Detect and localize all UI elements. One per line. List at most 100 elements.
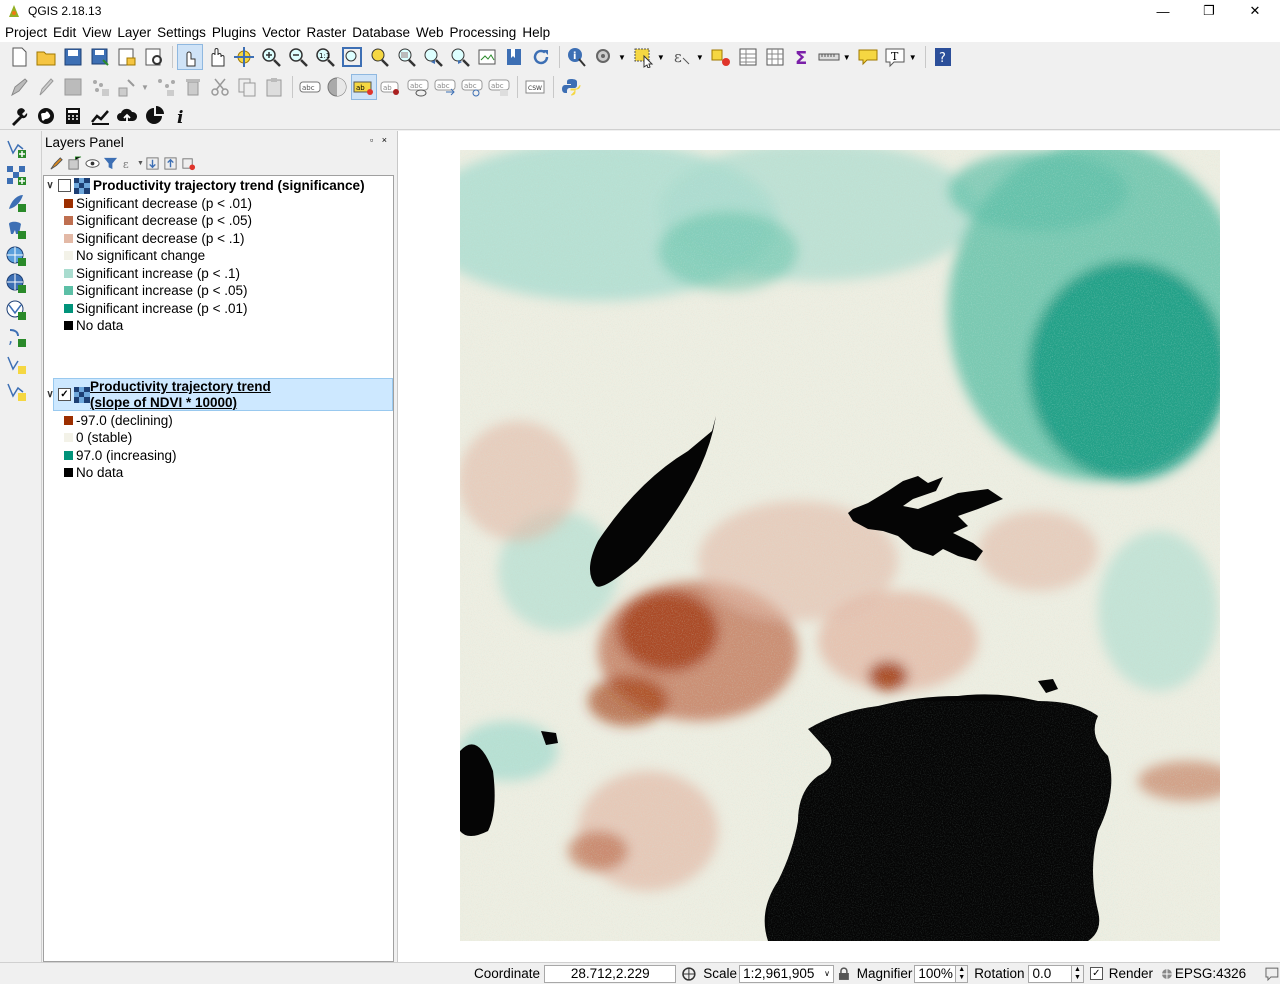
pan-map-icon[interactable] xyxy=(204,44,230,70)
rotate-label-icon[interactable]: abc xyxy=(459,74,485,100)
chevron-down-icon[interactable]: ∨ xyxy=(44,180,56,191)
menu-view[interactable]: View xyxy=(79,25,114,40)
menu-settings[interactable]: Settings xyxy=(154,25,209,40)
new-project-icon[interactable] xyxy=(6,44,32,70)
layer-item-significance[interactable]: ∨ Productivity trajectory trend (signifi… xyxy=(44,177,365,194)
rotation-spinner[interactable]: ▲ ▼ xyxy=(1072,964,1084,983)
chevron-down-icon[interactable]: ▼ xyxy=(696,53,704,62)
paste-features-icon[interactable] xyxy=(261,74,287,100)
select-by-expression-icon[interactable]: ε xyxy=(669,44,695,70)
csw-icon[interactable]: CSW xyxy=(522,74,548,100)
cloud-upload-icon[interactable] xyxy=(114,103,140,129)
map-tips-icon[interactable] xyxy=(855,44,881,70)
minimize-button[interactable]: — xyxy=(1140,0,1186,22)
crs-status[interactable]: EPSG:4326 xyxy=(1175,966,1246,981)
new-shapefile-layer-icon[interactable] xyxy=(3,351,29,377)
add-spatialite-layer-icon[interactable] xyxy=(3,189,29,215)
new-print-composer-icon[interactable] xyxy=(114,44,140,70)
zoom-in-icon[interactable] xyxy=(258,44,284,70)
current-edits-icon[interactable] xyxy=(6,74,32,100)
magnifier-spinner[interactable]: ▲ ▼ xyxy=(956,964,969,983)
collapse-all-icon[interactable] xyxy=(162,154,180,172)
scale-field[interactable]: 1:2,961,905 ∨ xyxy=(739,964,834,983)
touch-zoom-pan-icon[interactable] xyxy=(177,44,203,70)
menu-web[interactable]: Web xyxy=(413,25,447,40)
deselect-all-icon[interactable] xyxy=(708,44,734,70)
raster-map[interactable] xyxy=(398,131,1280,962)
select-features-icon[interactable] xyxy=(630,44,656,70)
measure-line-icon[interactable] xyxy=(816,44,842,70)
close-window-button[interactable]: ✕ xyxy=(1232,0,1278,22)
filter-legend-icon[interactable] xyxy=(101,154,119,172)
filter-by-expression-icon[interactable]: ε xyxy=(119,154,137,172)
chevron-down-icon[interactable]: ▼ xyxy=(657,53,665,62)
pan-to-selection-icon[interactable] xyxy=(231,44,257,70)
move-label-icon[interactable]: abc xyxy=(432,74,458,100)
chevron-down-icon[interactable]: ∨ xyxy=(44,389,56,400)
menu-raster[interactable]: Raster xyxy=(303,25,349,40)
messages-icon[interactable] xyxy=(1264,966,1280,982)
menu-processing[interactable]: Processing xyxy=(447,25,520,40)
move-feature-icon[interactable] xyxy=(114,74,140,100)
chevron-down-icon[interactable]: ▼ xyxy=(909,53,917,62)
run-feature-action-icon[interactable] xyxy=(591,44,617,70)
add-vector-layer-icon[interactable] xyxy=(3,135,29,161)
magnifier-field[interactable]: 100% xyxy=(914,964,957,983)
add-delimited-text-layer-icon[interactable]: , xyxy=(3,324,29,350)
lock-icon[interactable] xyxy=(837,966,851,981)
zoom-to-selection-icon[interactable] xyxy=(366,44,392,70)
zoom-last-icon[interactable] xyxy=(420,44,446,70)
chevron-down-icon[interactable]: ▼ xyxy=(141,83,149,92)
help-icon[interactable]: ? xyxy=(930,44,956,70)
coordinate-field[interactable]: 28.712,2.229 xyxy=(544,964,677,983)
change-label-icon[interactable]: abc xyxy=(486,74,512,100)
statistical-summary-icon[interactable]: Σ xyxy=(789,44,815,70)
layer-labeling-icon[interactable]: abc xyxy=(297,74,323,100)
bookmarks-icon[interactable] xyxy=(501,44,527,70)
layer-visibility-checkbox[interactable] xyxy=(58,179,71,192)
zoom-full-icon[interactable] xyxy=(339,44,365,70)
add-postgis-layer-icon[interactable] xyxy=(3,216,29,242)
line-chart-icon[interactable] xyxy=(87,103,113,129)
new-map-view-icon[interactable] xyxy=(474,44,500,70)
save-project-icon[interactable] xyxy=(60,44,86,70)
zoom-native-icon[interactable]: 1:1 xyxy=(312,44,338,70)
menu-help[interactable]: Help xyxy=(519,25,553,40)
identify-features-icon[interactable]: i xyxy=(564,44,590,70)
open-layer-styling-icon[interactable] xyxy=(47,154,65,172)
coordinate-toggle-icon[interactable] xyxy=(681,966,697,982)
wrench-icon[interactable] xyxy=(6,103,32,129)
map-canvas[interactable] xyxy=(397,131,1280,962)
crs-globe-icon[interactable] xyxy=(1161,968,1173,980)
refresh-icon[interactable] xyxy=(528,44,554,70)
add-wfs-layer-icon[interactable] xyxy=(3,297,29,323)
composer-manager-icon[interactable] xyxy=(141,44,167,70)
maximize-button[interactable]: ❐ xyxy=(1186,0,1232,22)
chevron-down-icon[interactable]: ▼ xyxy=(137,160,144,167)
layer-visibility-checkbox[interactable]: ✓ xyxy=(58,388,71,401)
panel-float-close-icon[interactable]: ▫ × xyxy=(370,135,390,145)
python-console-icon[interactable] xyxy=(558,74,584,100)
add-group-icon[interactable] xyxy=(65,154,83,172)
new-spatialite-layer-icon[interactable] xyxy=(3,378,29,404)
chevron-down-icon[interactable]: ∨ xyxy=(824,969,830,978)
field-calculator-icon[interactable] xyxy=(762,44,788,70)
menu-database[interactable]: Database xyxy=(349,25,413,40)
layer-item-slope[interactable]: ∨ ✓ xyxy=(44,386,93,403)
add-wcs-layer-icon[interactable] xyxy=(3,270,29,296)
chevron-down-icon[interactable]: ▼ xyxy=(618,53,626,62)
render-checkbox[interactable]: ✓ xyxy=(1089,967,1103,980)
cut-features-icon[interactable] xyxy=(207,74,233,100)
menu-vector[interactable]: Vector xyxy=(259,25,303,40)
delete-selected-icon[interactable] xyxy=(180,74,206,100)
reporting-icon[interactable] xyxy=(141,103,167,129)
zoom-out-icon[interactable] xyxy=(285,44,311,70)
pin-labels-icon[interactable]: ab xyxy=(350,74,377,100)
menu-layer[interactable]: Layer xyxy=(114,25,154,40)
menu-project[interactable]: Project xyxy=(2,25,50,40)
highlight-pinned-labels-icon[interactable]: ab xyxy=(378,74,404,100)
layer-styling-icon[interactable] xyxy=(324,74,350,100)
attribute-table-icon[interactable] xyxy=(735,44,761,70)
show-hide-labels-icon[interactable]: abc xyxy=(405,74,431,100)
add-raster-layer-icon[interactable] xyxy=(3,162,29,188)
